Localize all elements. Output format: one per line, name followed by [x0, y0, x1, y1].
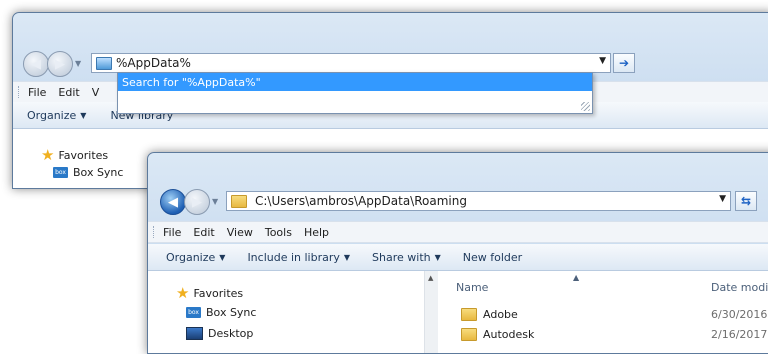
back-arrow-icon[interactable]: ◀: [23, 51, 49, 77]
folder-icon: [231, 194, 247, 208]
nav-favorites-label: Favorites: [58, 148, 109, 162]
address-dropdown-icon[interactable]: ▼: [599, 56, 606, 66]
folder-icon: [96, 56, 112, 70]
go-arrow-icon[interactable]: ➔: [613, 53, 635, 73]
menu-file[interactable]: File: [28, 86, 46, 99]
menu-view[interactable]: V: [92, 86, 100, 99]
chevron-down-icon: ▼: [434, 252, 441, 262]
scroll-up-icon[interactable]: ▲: [428, 274, 433, 282]
address-bar[interactable]: C:\Users\ambros\AppData\Roaming ▼: [226, 191, 731, 211]
address-input[interactable]: %AppData%: [116, 56, 191, 70]
forward-arrow-icon[interactable]: ▶: [184, 189, 210, 215]
new-folder-label: New folder: [462, 250, 523, 264]
organize-button[interactable]: Organize ▼: [27, 109, 86, 122]
front-explorer-window: ◀ ▶ ▼ C:\Users\ambros\AppData\Roaming ▼ …: [147, 152, 768, 354]
nav-pane-scrollbar[interactable]: ▲: [424, 271, 438, 353]
search-suggestion-item[interactable]: Search for "%AppData%": [118, 73, 592, 91]
file-name: Adobe: [483, 308, 518, 321]
menu-view[interactable]: View: [227, 226, 253, 239]
menu-help[interactable]: Help: [304, 226, 329, 239]
organize-label: Organize: [166, 250, 216, 264]
organize-label: Organize: [27, 108, 77, 122]
address-suggestion-dropdown: Search for "%AppData%": [117, 72, 593, 114]
organize-button[interactable]: Organize ▼: [166, 251, 225, 264]
nav-desktop[interactable]: Desktop: [186, 327, 253, 340]
include-in-library-button[interactable]: Include in library ▼: [247, 251, 350, 264]
star-icon: ★: [176, 284, 190, 302]
nav-box-sync-label: Box Sync: [73, 166, 124, 179]
column-header-name[interactable]: Name: [456, 281, 488, 294]
folder-icon: [461, 308, 477, 321]
refresh-icon[interactable]: ⇆: [735, 191, 757, 211]
front-menu-bar: File Edit View Tools Help: [148, 221, 768, 243]
folder-icon: [461, 328, 477, 341]
back-arrow-icon[interactable]: ◀: [160, 189, 186, 215]
nav-box-sync-label: Box Sync: [206, 306, 257, 319]
front-content-pane: ★ Favorites box Box Sync Desktop ▲ Name …: [148, 271, 768, 353]
nav-favorites[interactable]: ★ Favorites: [41, 146, 108, 164]
address-bar[interactable]: %AppData% ▼: [91, 53, 611, 73]
history-dropdown-icon[interactable]: ▼: [75, 59, 81, 68]
resize-grip-icon[interactable]: [581, 102, 590, 111]
sort-ascending-icon: ▲: [573, 273, 580, 282]
chevron-down-icon: ▼: [343, 252, 351, 262]
share-with-button[interactable]: Share with ▼: [372, 251, 441, 264]
desktop-icon: [186, 327, 203, 340]
box-icon: box: [53, 167, 68, 178]
new-folder-button[interactable]: New folder: [463, 251, 522, 264]
nav-desktop-label: Desktop: [208, 327, 254, 340]
column-header-date-modified[interactable]: Date modi: [711, 281, 768, 294]
history-dropdown-icon[interactable]: ▼: [212, 197, 218, 206]
nav-favorites-label: Favorites: [193, 286, 244, 300]
menu-file[interactable]: File: [163, 226, 181, 239]
star-icon: ★: [41, 146, 55, 164]
address-dropdown-icon[interactable]: ▼: [719, 194, 726, 204]
menu-edit[interactable]: Edit: [193, 226, 214, 239]
chevron-down-icon: ▼: [219, 252, 226, 262]
menu-grip: [18, 86, 22, 98]
file-date: 6/30/2016: [711, 308, 768, 321]
chevron-down-icon: ▼: [80, 110, 87, 120]
nav-box-sync[interactable]: box Box Sync: [53, 166, 123, 179]
file-row[interactable]: Autodesk: [461, 328, 534, 341]
menu-edit[interactable]: Edit: [58, 86, 79, 99]
file-name: Autodesk: [483, 328, 535, 341]
front-command-bar: Organize ▼ Include in library ▼ Share wi…: [148, 244, 768, 271]
menu-tools[interactable]: Tools: [265, 226, 292, 239]
address-path[interactable]: C:\Users\ambros\AppData\Roaming: [255, 194, 467, 208]
include-in-library-label: Include in library: [247, 250, 340, 264]
share-with-label: Share with: [372, 250, 431, 264]
box-icon: box: [186, 307, 201, 318]
forward-arrow-icon[interactable]: ▶: [47, 51, 73, 77]
front-navigation-bar: ◀ ▶ ▼ C:\Users\ambros\AppData\Roaming ▼ …: [148, 187, 768, 219]
menu-grip: [153, 226, 157, 238]
file-date: 2/16/2017: [711, 328, 768, 341]
nav-favorites[interactable]: ★ Favorites: [176, 284, 243, 302]
nav-box-sync[interactable]: box Box Sync: [186, 306, 256, 319]
file-row[interactable]: Adobe: [461, 308, 518, 321]
